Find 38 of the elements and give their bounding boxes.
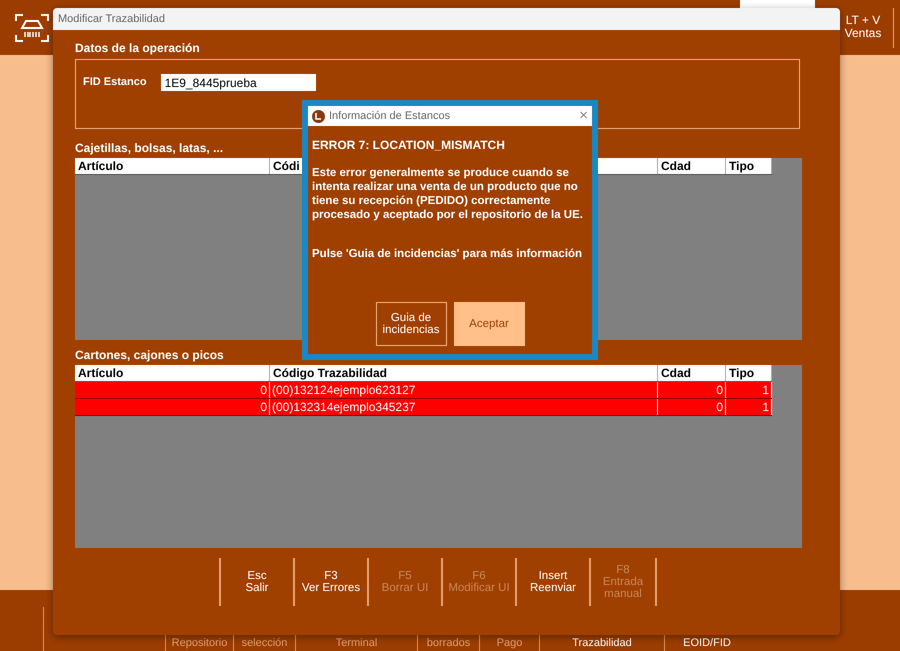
column-header[interactable]: Tipo <box>726 365 772 381</box>
guide-button[interactable]: Guia de incidencias <box>376 302 446 346</box>
toolbar-button[interactable]: Esc Salir <box>219 558 293 606</box>
section-title: Cartones, cajones o picos <box>75 348 224 362</box>
app-icon <box>312 110 325 122</box>
table-cell: (00)132124ejemplo623127 <box>270 382 658 398</box>
footer-tab[interactable]: EOID/FID <box>683 637 731 650</box>
error-heading: ERROR 7: LOCATION_MISMATCH <box>312 138 506 152</box>
logo-icon <box>14 12 50 44</box>
column-header[interactable]: Cdad <box>658 158 726 174</box>
table-row[interactable]: 0 (00)132314ejemplo345237 0 1 <box>75 399 772 416</box>
fid-input-field[interactable]: 1E9_8445prueba <box>160 74 316 91</box>
section-title: Cajetillas, bolsas, latas, ... <box>75 141 224 155</box>
sales-button[interactable]: LT + V Ventas <box>838 14 888 40</box>
field-label: FID Estanco <box>83 76 147 88</box>
table-cell: 1 <box>726 382 772 398</box>
table-cell: 0 <box>658 399 726 415</box>
column-header[interactable]: Artículo <box>75 158 270 174</box>
table-cell: 0 <box>75 399 270 415</box>
table-cell: 0 <box>75 382 270 398</box>
close-button[interactable]: × <box>579 109 588 123</box>
toolbar-button[interactable]: F3 Ver Errores <box>293 558 367 606</box>
table-row[interactable]: 0 (00)132124ejemplo623127 0 1 <box>75 382 772 399</box>
toolbar-button[interactable]: Insert Reenviar <box>515 558 589 606</box>
error-message: Este error generalmente se produce cuando se intenta realizar una venta de un producto que no tiene su recepción (PEDIDO) correctamente procesado y aceptado por el repositorio de la UE. <box>312 166 584 222</box>
table-cell: (00)132314ejemplo345237 <box>270 399 658 415</box>
table-cell: 1 <box>726 399 772 415</box>
column-header[interactable]: Código Trazabilidad <box>270 365 658 381</box>
column-header[interactable]: Tipo <box>726 158 772 174</box>
accept-button[interactable]: Aceptar <box>454 302 524 346</box>
hint-text: Pulse 'Guia de incidencias' para más información <box>312 248 584 260</box>
table-cell: 0 <box>658 382 726 398</box>
column-header[interactable]: Cdad <box>658 365 726 381</box>
footer-tab[interactable]: Trazabilidad <box>572 637 632 650</box>
window-title: Modificar Trazabilidad <box>53 8 840 30</box>
section-title: Datos de la operación <box>75 41 200 55</box>
column-header[interactable]: Artículo <box>75 365 270 381</box>
dialog-title: Información de Estancos <box>329 110 450 122</box>
